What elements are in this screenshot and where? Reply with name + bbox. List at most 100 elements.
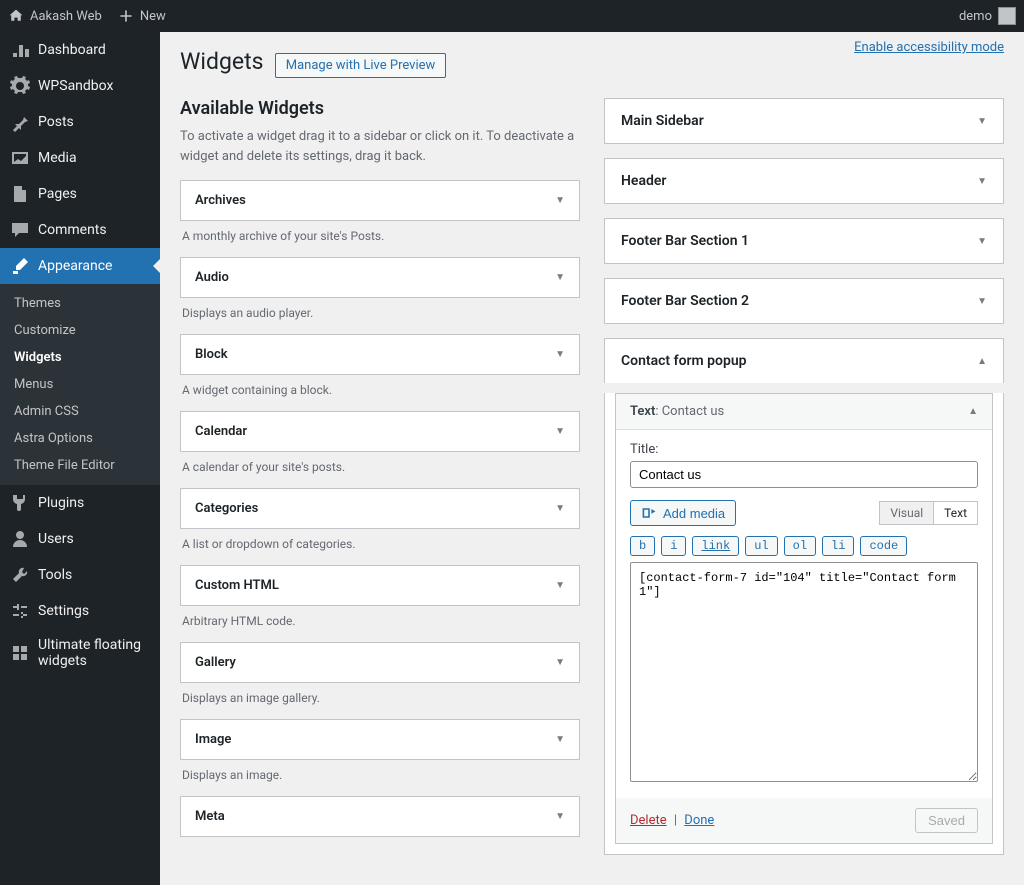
delete-link[interactable]: Delete — [630, 813, 667, 828]
menu-item-settings[interactable]: Settings — [0, 593, 160, 629]
widget-desc: A calendar of your site's posts. — [180, 452, 580, 488]
chevron-down-icon: ▼ — [977, 296, 987, 307]
menu-item-users[interactable]: Users — [0, 521, 160, 557]
page-icon — [10, 184, 30, 204]
menu-item-ultimate-floating-widgets[interactable]: Ultimate floating widgets — [0, 629, 160, 677]
chevron-down-icon: ▼ — [555, 349, 565, 360]
chevron-down-icon: ▼ — [555, 426, 565, 437]
user-icon — [10, 529, 30, 549]
quicktag-li[interactable]: li — [822, 536, 854, 556]
chevron-down-icon: ▼ — [555, 272, 565, 283]
quicktag-ul[interactable]: ul — [745, 536, 777, 556]
menu-item-tools[interactable]: Tools — [0, 557, 160, 593]
home-icon — [8, 8, 24, 24]
chevron-down-icon: ▼ — [555, 503, 565, 514]
chevron-down-icon: ▼ — [977, 116, 987, 127]
chevron-down-icon: ▼ — [555, 811, 565, 822]
quicktag-ol[interactable]: ol — [784, 536, 816, 556]
chevron-down-icon: ▼ — [555, 734, 565, 745]
tab-visual[interactable]: Visual — [880, 502, 934, 524]
widget-desc: Displays an image gallery. — [180, 683, 580, 719]
menu-item-comments[interactable]: Comments — [0, 212, 160, 248]
brush-icon — [10, 256, 30, 276]
submenu-item-themes[interactable]: Themes — [0, 290, 160, 317]
add-media-button[interactable]: Add media — [630, 500, 736, 526]
sidebar-contact-form-popup[interactable]: Contact form popup ▲ — [604, 338, 1004, 383]
avatar — [998, 7, 1016, 25]
available-widget-meta[interactable]: Meta▼ — [180, 796, 580, 837]
pin-icon — [10, 112, 30, 132]
page-title: Widgets — [180, 48, 263, 75]
sidebar-main-sidebar[interactable]: Main Sidebar▼ — [604, 98, 1004, 144]
done-link[interactable]: Done — [684, 813, 714, 828]
ufw-icon — [10, 643, 30, 663]
content-textarea[interactable]: [contact-form-7 id="104" title="Contact … — [630, 562, 978, 782]
chevron-down-icon: ▼ — [555, 195, 565, 206]
widget-header[interactable]: Text: Contact us ▲ — [616, 394, 992, 430]
widget-desc: A monthly archive of your site's Posts. — [180, 221, 580, 257]
menu-item-dashboard[interactable]: Dashboard — [0, 32, 160, 68]
tab-text[interactable]: Text — [934, 502, 977, 524]
comment-icon — [10, 220, 30, 240]
toolbar-user[interactable]: demo — [959, 7, 1016, 25]
saved-button: Saved — [915, 808, 978, 833]
menu-item-media[interactable]: Media — [0, 140, 160, 176]
sidebar-footer-bar-section-2[interactable]: Footer Bar Section 2▼ — [604, 278, 1004, 324]
chevron-up-icon: ▲ — [968, 406, 978, 417]
menu-item-wpsandbox[interactable]: WPSandbox — [0, 68, 160, 104]
chevron-down-icon: ▼ — [977, 176, 987, 187]
available-widget-custom-html[interactable]: Custom HTML▼ — [180, 565, 580, 606]
submenu-item-admin-css[interactable]: Admin CSS — [0, 398, 160, 425]
content-area: Enable accessibility mode Widgets Manage… — [160, 32, 1024, 885]
toolbar-new[interactable]: New — [118, 8, 166, 24]
chevron-up-icon: ▲ — [977, 356, 987, 367]
title-label: Title: — [630, 442, 978, 457]
dash-icon — [10, 40, 30, 60]
plus-icon — [118, 8, 134, 24]
sidebar-header[interactable]: Header▼ — [604, 158, 1004, 204]
sidebar-footer-bar-section-1[interactable]: Footer Bar Section 1▼ — [604, 218, 1004, 264]
live-preview-button[interactable]: Manage with Live Preview — [275, 53, 447, 78]
available-widget-gallery[interactable]: Gallery▼ — [180, 642, 580, 683]
quicktag-link[interactable]: link — [692, 536, 739, 556]
submenu-item-customize[interactable]: Customize — [0, 317, 160, 344]
available-widget-block[interactable]: Block▼ — [180, 334, 580, 375]
media-icon — [641, 505, 657, 521]
available-widget-archives[interactable]: Archives▼ — [180, 180, 580, 221]
available-widget-calendar[interactable]: Calendar▼ — [180, 411, 580, 452]
title-input[interactable] — [630, 461, 978, 488]
submenu-item-astra-options[interactable]: Astra Options — [0, 425, 160, 452]
admin-toolbar: Aakash Web New demo — [0, 0, 1024, 32]
widget-desc: Displays an audio player. — [180, 298, 580, 334]
available-widget-categories[interactable]: Categories▼ — [180, 488, 580, 529]
available-widget-image[interactable]: Image▼ — [180, 719, 580, 760]
submenu-item-menus[interactable]: Menus — [0, 371, 160, 398]
accessibility-mode-link[interactable]: Enable accessibility mode — [854, 40, 1004, 55]
chevron-down-icon: ▼ — [555, 580, 565, 591]
quicktag-i[interactable]: i — [661, 536, 686, 556]
submenu-item-widgets[interactable]: Widgets — [0, 344, 160, 371]
available-widget-audio[interactable]: Audio▼ — [180, 257, 580, 298]
available-widgets-heading: Available Widgets — [180, 98, 580, 119]
quicktag-b[interactable]: b — [630, 536, 655, 556]
menu-item-appearance[interactable]: Appearance — [0, 248, 160, 284]
widget-text-contact-us: Text: Contact us ▲ Title: Add media — [615, 393, 993, 844]
plug-icon — [10, 493, 30, 513]
widget-desc: Displays an image. — [180, 760, 580, 796]
menu-item-pages[interactable]: Pages — [0, 176, 160, 212]
menu-item-posts[interactable]: Posts — [0, 104, 160, 140]
sidebar-open-body: Text: Contact us ▲ Title: Add media — [604, 393, 1004, 855]
widget-desc: A widget containing a block. — [180, 375, 580, 411]
chevron-down-icon: ▼ — [555, 657, 565, 668]
menu-item-plugins[interactable]: Plugins — [0, 485, 160, 521]
widget-desc: A list or dropdown of categories. — [180, 529, 580, 565]
available-widgets-desc: To activate a widget drag it to a sideba… — [180, 127, 580, 166]
submenu-item-theme-file-editor[interactable]: Theme File Editor — [0, 452, 160, 479]
editor-tabs: Visual Text — [879, 501, 978, 525]
media-icon — [10, 148, 30, 168]
quicktag-code[interactable]: code — [860, 536, 907, 556]
chevron-down-icon: ▼ — [977, 236, 987, 247]
wrench-icon — [10, 565, 30, 585]
gear-icon — [10, 76, 30, 96]
toolbar-site[interactable]: Aakash Web — [8, 8, 102, 24]
